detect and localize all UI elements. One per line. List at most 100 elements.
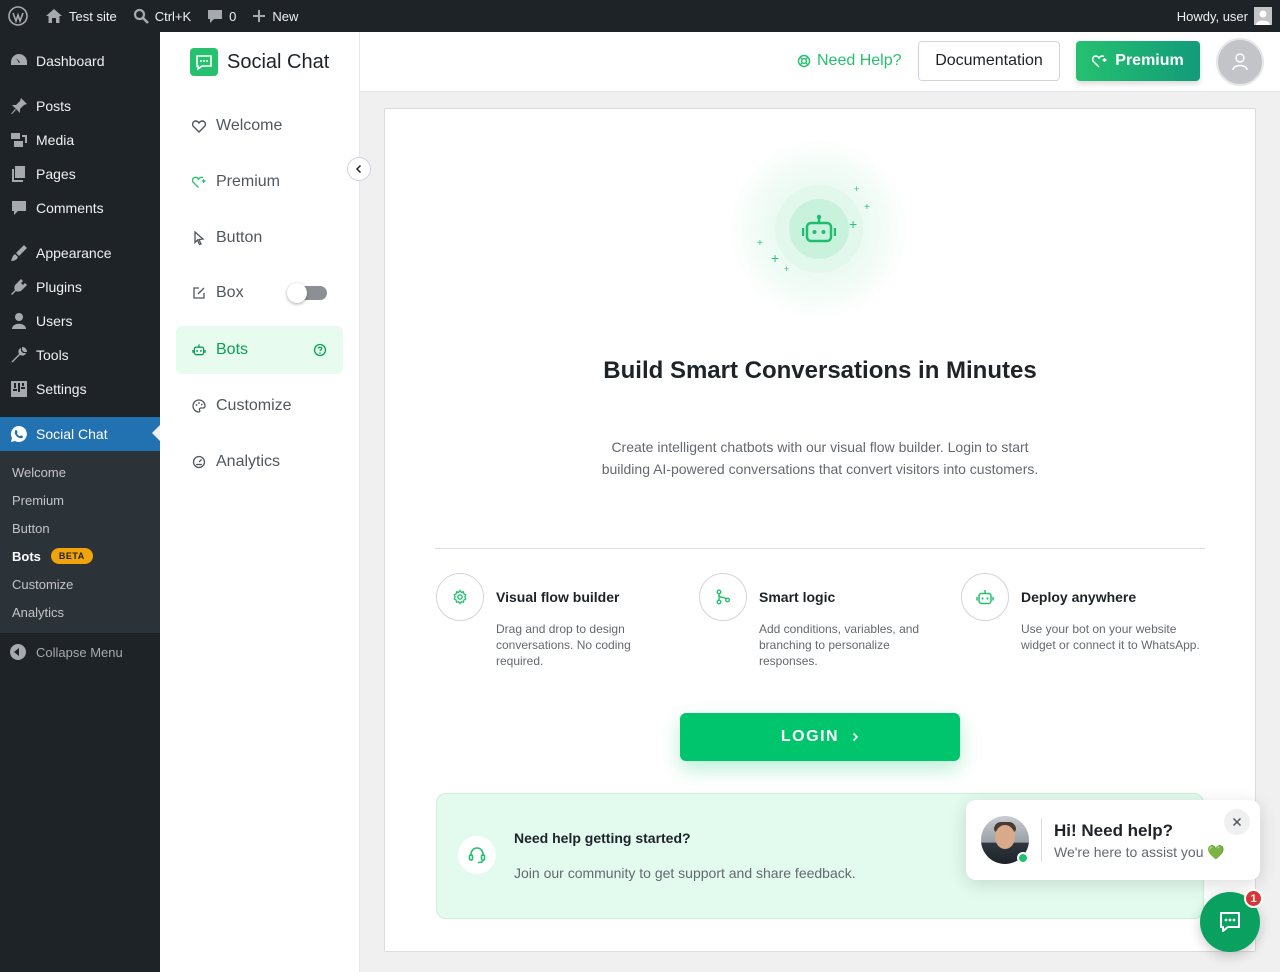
need-help-label: Need Help? <box>817 52 902 69</box>
sparkle-icon: + <box>864 202 870 213</box>
menu-item-social-chat[interactable]: Social Chat <box>0 417 160 451</box>
sparkle-icon: + <box>757 238 763 249</box>
comments-count: 0 <box>229 8 237 24</box>
chat-popup-close-button[interactable] <box>1224 809 1250 835</box>
branch-icon <box>699 573 747 621</box>
lifebuoy-icon <box>797 54 811 68</box>
menu-item-media[interactable]: Media <box>0 123 160 157</box>
menu-item-comments[interactable]: Comments <box>0 191 160 225</box>
robot-icon <box>192 343 206 357</box>
new-content-link[interactable]: New <box>244 0 306 32</box>
plugin-nav-label-analytics: Analytics <box>216 453 281 470</box>
feature-title: Visual flow builder <box>496 589 620 605</box>
plug-icon <box>10 278 28 296</box>
page-description: Create intelligent chatbots with our vis… <box>601 439 1039 477</box>
plugin-nav-label-button: Button <box>216 229 263 246</box>
plugin-nav-label-customize: Customize <box>216 397 292 414</box>
menu-item-pages[interactable]: Pages <box>0 157 160 191</box>
wordpress-logo[interactable] <box>0 0 37 32</box>
menu-item-appearance[interactable]: Appearance <box>0 236 160 270</box>
close-icon <box>1232 817 1242 827</box>
plugin-nav-label-box: Box <box>216 284 244 301</box>
menu-label-users: Users <box>36 313 73 329</box>
sidebar-collapse-button[interactable] <box>347 157 371 181</box>
box-toggle[interactable] <box>287 283 327 303</box>
premium-button[interactable]: Premium <box>1076 41 1200 81</box>
plugin-nav-customize[interactable]: Customize <box>176 382 343 430</box>
submenu-item-premium[interactable]: Premium <box>0 486 160 514</box>
divider <box>1041 818 1042 862</box>
plugin-nav-premium[interactable]: Premium <box>176 158 343 206</box>
search-icon <box>133 8 149 24</box>
toggle-knob <box>287 283 307 303</box>
my-account[interactable]: Howdy, user <box>1169 0 1280 32</box>
plus-icon <box>253 10 266 22</box>
sparkle-icon: + <box>784 264 790 274</box>
menu-item-dashboard[interactable]: Dashboard <box>0 44 160 78</box>
menu-label-dashboard: Dashboard <box>36 53 105 69</box>
plugin-nav-button[interactable]: Button <box>176 214 343 262</box>
social-chat-logo-icon <box>190 48 218 76</box>
menu-item-settings[interactable]: Settings <box>0 372 160 406</box>
robot-icon <box>802 214 836 243</box>
chat-launcher-button[interactable]: 1 <box>1200 889 1263 952</box>
help-callout-text: Join our community to get support and sh… <box>514 865 856 881</box>
menu-label-appearance: Appearance <box>36 245 112 261</box>
submenu-item-welcome[interactable]: Welcome <box>0 458 160 486</box>
dashboard-icon <box>10 52 28 70</box>
plugin-nav-box[interactable]: Box <box>176 269 343 317</box>
menu-item-plugins[interactable]: Plugins <box>0 270 160 304</box>
beta-badge: BETA <box>50 548 93 564</box>
collapse-menu-button[interactable]: Collapse Menu <box>0 635 160 669</box>
comment-icon <box>208 9 223 23</box>
menu-item-users[interactable]: Users <box>0 304 160 338</box>
media-icon <box>10 131 28 149</box>
documentation-button[interactable]: Documentation <box>918 41 1060 81</box>
plugin-sidebar: Social Chat Welcome Premium Button Box B… <box>160 32 360 972</box>
pages-icon <box>10 165 28 183</box>
plugin-nav-label-premium: Premium <box>216 173 281 190</box>
divider <box>435 548 1205 549</box>
plugin-nav-analytics[interactable]: Analytics <box>176 438 343 486</box>
login-button[interactable]: LOGIN <box>680 713 960 761</box>
plugin-name: Social Chat <box>227 50 330 73</box>
gauge-icon <box>192 455 206 469</box>
site-name: Test site <box>69 8 117 24</box>
menu-item-posts[interactable]: Posts <box>0 89 160 123</box>
submenu-item-button[interactable]: Button <box>0 514 160 542</box>
wrench-icon <box>10 346 28 364</box>
chat-bubble-icon <box>1220 912 1240 932</box>
sparkle-icon: + <box>771 250 780 266</box>
new-label: New <box>272 8 299 24</box>
plugin-header: Need Help? Documentation Premium <box>360 32 1280 92</box>
brush-icon <box>10 244 28 262</box>
social-chat-submenu: Welcome Premium Button Bots BETA Customi… <box>0 451 160 633</box>
plugin-nav-bots[interactable]: Bots <box>176 326 343 374</box>
menu-item-tools[interactable]: Tools <box>0 338 160 372</box>
submenu-item-analytics[interactable]: Analytics <box>0 598 160 626</box>
need-help-link[interactable]: Need Help? <box>797 52 902 70</box>
plugin-nav-welcome[interactable]: Welcome <box>176 102 343 150</box>
chevron-right-icon <box>853 732 859 742</box>
submenu-item-customize[interactable]: Customize <box>0 570 160 598</box>
plugin-brand: Social Chat <box>160 32 359 92</box>
feature-title: Smart logic <box>759 589 836 605</box>
cursor-icon <box>192 231 206 245</box>
edit-box-icon <box>192 286 206 300</box>
avatar <box>1254 7 1272 25</box>
whatsapp-icon <box>10 425 28 443</box>
headset-icon <box>458 836 496 874</box>
wordpress-icon <box>8 6 28 26</box>
help-circle-icon[interactable] <box>313 343 327 357</box>
menu-label-plugins: Plugins <box>36 279 82 295</box>
heart-icon <box>192 119 206 133</box>
search-shortcut[interactable]: Ctrl+K <box>125 0 199 32</box>
site-name-link[interactable]: Test site <box>37 0 125 32</box>
search-shortcut-label: Ctrl+K <box>154 8 192 24</box>
submenu-item-bots[interactable]: Bots BETA <box>0 542 160 570</box>
user-avatar-button[interactable] <box>1216 38 1264 86</box>
comments-link[interactable]: 0 <box>199 0 244 32</box>
feature-title: Deploy anywhere <box>1021 589 1137 605</box>
user-icon <box>1232 53 1248 71</box>
chat-greeting-popup[interactable]: Hi! Need help? We're here to assist you … <box>966 800 1260 880</box>
